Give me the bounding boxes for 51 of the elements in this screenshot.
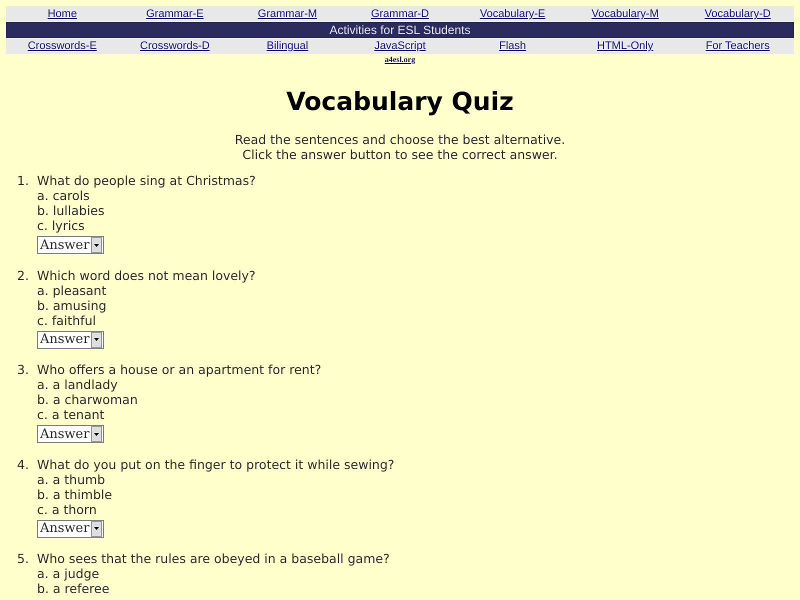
answer-option: a. a thumb xyxy=(37,472,106,486)
question-number: 4. xyxy=(17,456,30,474)
nav-link[interactable]: Crosswords-D xyxy=(140,40,210,52)
site-link[interactable]: a4esl.org xyxy=(384,55,416,64)
question-number: 2. xyxy=(17,268,30,284)
question-text: Which word does not mean lovely? xyxy=(37,268,256,282)
nav-link[interactable]: Grammar-M xyxy=(258,8,318,20)
question-number: 3. xyxy=(17,362,30,379)
nav-link[interactable]: Bilingual xyxy=(266,40,308,52)
answer-dropdown[interactable]: Answer xyxy=(37,236,104,254)
question-text: What do people sing at Christmas? xyxy=(37,173,256,188)
question-number: 5. xyxy=(17,551,30,568)
answer-dropdown[interactable]: Answer xyxy=(37,425,104,443)
answer-option: b. a charwoman xyxy=(37,392,138,407)
nav-link[interactable]: Grammar-D xyxy=(370,8,430,20)
answer-dropdown[interactable]: Answer xyxy=(37,520,104,538)
nav-link[interactable]: Flash xyxy=(499,40,526,52)
nav-link[interactable]: JavaScript xyxy=(374,40,426,52)
caret-down-icon xyxy=(94,527,100,530)
nav-link[interactable]: Vocabulary-M xyxy=(592,8,659,20)
question-text: Who sees that the rules are obeyed in a baseball game? xyxy=(37,551,390,566)
answer-option: b. lullabies xyxy=(37,203,104,218)
nav-link[interactable]: Vocabulary-D xyxy=(704,8,771,20)
question-text: What do you put on the finger to protect it while sewing? xyxy=(37,456,394,472)
question-number: 1. xyxy=(17,173,30,190)
answer-option: c. lyrics xyxy=(37,218,85,233)
answer-option: b. a referee xyxy=(37,581,110,596)
answer-option: c. a thorn xyxy=(37,502,97,516)
caret-down-icon xyxy=(94,338,100,341)
answer-option: c. a tenant xyxy=(37,407,104,422)
answer-dropdown[interactable]: Answer xyxy=(37,330,104,348)
nav-link[interactable]: HTML-Only xyxy=(597,40,654,52)
answer-option: a. pleasant xyxy=(37,282,106,298)
nav-link[interactable]: Crosswords-E xyxy=(28,40,97,52)
nav-link[interactable]: Home xyxy=(48,8,77,20)
answer-option: a. carols xyxy=(37,188,90,203)
page-title: Vocabulary Quiz xyxy=(285,86,515,118)
answer-option: b. a thimble xyxy=(37,486,112,502)
answer-option: a. a landlady xyxy=(37,377,118,392)
nav-link[interactable]: For Teachers xyxy=(706,40,770,52)
nav-link[interactable]: Grammar-E xyxy=(146,8,204,20)
answer-option: c. faithful xyxy=(37,312,96,328)
site-banner: Activities for ESL Students xyxy=(6,22,794,38)
answer-option: b. amusing xyxy=(37,298,106,312)
instruction-text: Read the sentences and choose the best alternative. xyxy=(234,132,566,147)
nav-link[interactable]: Vocabulary-E xyxy=(480,8,546,20)
caret-down-icon xyxy=(94,432,100,436)
instruction-text: Click the answer button to see the correct answer. xyxy=(241,147,559,162)
caret-down-icon xyxy=(94,244,100,246)
answer-option: a. a judge xyxy=(37,566,100,581)
question-text: Who offers a house or an apartment for rent? xyxy=(37,362,322,377)
